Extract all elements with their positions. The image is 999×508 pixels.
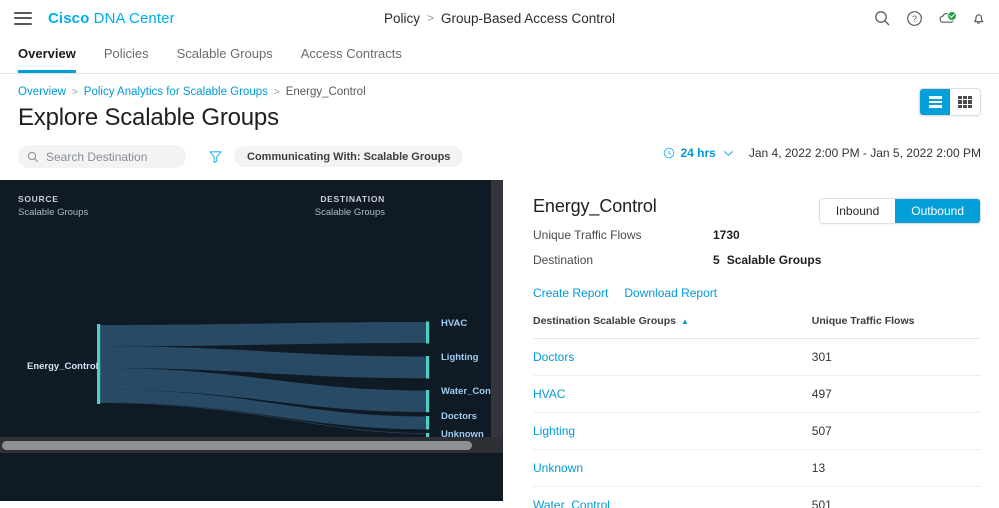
- row-value-hvac: 497: [801, 375, 981, 413]
- time-duration-label[interactable]: 24 hrs: [680, 146, 715, 160]
- breadcrumb-separator-1: >: [71, 86, 78, 98]
- row-link-hvac[interactable]: HVAC: [533, 387, 565, 401]
- brand-product: DNA Center: [93, 9, 175, 27]
- inbound-button[interactable]: Inbound: [819, 199, 896, 223]
- destination-value: 5 Scalable Groups: [713, 253, 821, 267]
- row-value-lighting: 507: [801, 412, 981, 450]
- main-tab-bar: Overview Policies Scalable Groups Access…: [0, 36, 999, 74]
- destination-count: 5: [713, 253, 720, 267]
- sankey-node-lighting[interactable]: [426, 356, 430, 379]
- breadcrumb: Overview > Policy Analytics for Scalable…: [18, 86, 981, 98]
- report-actions: Create Report Download Report: [533, 286, 981, 300]
- filter-funnel-icon[interactable]: [208, 149, 223, 164]
- sankey-link-hvac[interactable]: [100, 322, 427, 347]
- breadcrumb-item-current: Energy_Control: [285, 86, 366, 98]
- help-icon[interactable]: ?: [906, 10, 923, 27]
- sankey-label-water-control[interactable]: Water_Contr: [441, 386, 498, 397]
- sankey-label-doctors[interactable]: Doctors: [441, 411, 477, 422]
- destination-row: Destination 5 Scalable Groups: [533, 253, 981, 267]
- outbound-button[interactable]: Outbound: [895, 199, 980, 223]
- row-value-water-control: 501: [801, 486, 981, 508]
- top-bar: Cisco DNA Center Policy > Group-Based Ac…: [0, 0, 999, 36]
- notifications-bell-icon[interactable]: [970, 10, 987, 27]
- breadcrumb-separator-2: >: [273, 86, 280, 98]
- sankey-horizontal-scrollbar[interactable]: [0, 437, 503, 453]
- search-icon[interactable]: [874, 10, 891, 27]
- row-value-doctors: 301: [801, 338, 981, 376]
- detail-panel: Energy_Control Inbound Outbound Unique T…: [503, 180, 999, 508]
- search-placeholder: Search Destination: [46, 149, 148, 164]
- chevron-down-icon[interactable]: [723, 146, 734, 160]
- direction-toggle: Inbound Outbound: [818, 198, 981, 224]
- column-header-unique-flows[interactable]: Unique Traffic Flows: [801, 315, 981, 339]
- unique-traffic-flows-value: 1730: [713, 228, 740, 242]
- row-link-water-control[interactable]: Water_Control: [533, 498, 610, 508]
- sankey-label-hvac[interactable]: HVAC: [441, 319, 467, 329]
- hamburger-icon[interactable]: [14, 11, 32, 25]
- sankey-node-doctors[interactable]: [426, 416, 430, 430]
- row-link-doctors[interactable]: Doctors: [533, 350, 574, 364]
- sankey-label-energy-control[interactable]: Energy_Control: [27, 361, 98, 372]
- row-link-unknown[interactable]: Unknown: [533, 461, 583, 475]
- sankey-node-hvac[interactable]: [426, 321, 430, 344]
- filter-toolbar: Search Destination Communicating With: S…: [0, 132, 999, 180]
- destination-flows-table: Destination Scalable Groups ▲ Unique Traf…: [533, 315, 981, 508]
- sort-asc-icon: ▲: [680, 316, 689, 326]
- table-row[interactable]: Unknown 13: [533, 449, 981, 487]
- main-content: SOURCE Scalable Groups DESTINATION Scala…: [0, 180, 999, 508]
- table-row[interactable]: Lighting 507: [533, 412, 981, 450]
- cloud-status-icon[interactable]: [938, 10, 957, 27]
- grid-view-icon: [958, 95, 972, 109]
- table-row[interactable]: HVAC 497: [533, 375, 981, 413]
- unique-traffic-flows-row: Unique Traffic Flows 1730: [533, 228, 981, 242]
- column-header-destination-groups-label: Destination Scalable Groups: [533, 315, 676, 327]
- page-header: Overview > Policy Analytics for Scalable…: [0, 74, 999, 132]
- sankey-label-lighting[interactable]: Lighting: [441, 352, 478, 363]
- breadcrumb-item-overview[interactable]: Overview: [18, 86, 66, 98]
- sankey-scrollbar-thumb[interactable]: [2, 440, 472, 450]
- row-link-lighting[interactable]: Lighting: [533, 424, 575, 438]
- cloud-check-badge: [947, 10, 957, 21]
- unique-traffic-flows-label: Unique Traffic Flows: [533, 228, 642, 242]
- table-body: Doctors 301 HVAC 497 Lighting 507 Unknow…: [533, 338, 981, 508]
- table-head: Destination Scalable Groups ▲ Unique Traf…: [533, 315, 981, 339]
- destination-unit: Scalable Groups: [726, 253, 822, 267]
- view-mode-toggle: [919, 88, 981, 116]
- sankey-diagram-panel[interactable]: SOURCE Scalable Groups DESTINATION Scala…: [0, 180, 503, 501]
- sankey-right-gutter: [491, 180, 503, 447]
- tab-overview[interactable]: Overview: [18, 46, 76, 73]
- breadcrumb-separator-icon: >: [426, 11, 434, 25]
- sankey-node-water-control[interactable]: [426, 390, 430, 413]
- grid-view-button[interactable]: [950, 89, 980, 115]
- brand-logo[interactable]: Cisco DNA Center: [48, 10, 175, 27]
- tab-scalable-groups[interactable]: Scalable Groups: [177, 46, 273, 73]
- time-range-control: 24 hrs Jan 4, 2022 2:00 PM - Jan 5, 2022…: [663, 146, 981, 160]
- destination-label: Destination: [533, 253, 594, 267]
- clock-icon: [663, 147, 675, 159]
- tab-access-contracts[interactable]: Access Contracts: [301, 46, 402, 73]
- svg-text:?: ?: [912, 14, 917, 24]
- create-report-link[interactable]: Create Report: [533, 286, 608, 300]
- top-breadcrumb-parent[interactable]: Policy: [384, 11, 420, 26]
- table-row[interactable]: Doctors 301: [533, 338, 981, 376]
- filter-chip-communicating-with[interactable]: Communicating With: Scalable Groups: [234, 146, 464, 167]
- top-breadcrumb-current: Group-Based Access Control: [440, 10, 616, 26]
- table-header-row: Destination Scalable Groups ▲ Unique Traf…: [533, 315, 981, 339]
- breadcrumb-item-policy-analytics[interactable]: Policy Analytics for Scalable Groups: [84, 86, 268, 98]
- brand-cisco: Cisco: [48, 9, 90, 27]
- table-row[interactable]: Water_Control 501: [533, 486, 981, 508]
- search-icon: [27, 151, 38, 162]
- list-view-button[interactable]: [920, 89, 950, 115]
- time-range-label: Jan 4, 2022 2:00 PM - Jan 5, 2022 2:00 P…: [748, 146, 981, 160]
- column-header-destination-groups[interactable]: Destination Scalable Groups ▲: [533, 315, 802, 339]
- top-bar-icons: ?: [874, 0, 987, 36]
- search-destination-input[interactable]: Search Destination: [18, 145, 186, 168]
- tab-policies[interactable]: Policies: [104, 46, 149, 73]
- page-title: Explore Scalable Groups: [18, 104, 279, 131]
- download-report-link[interactable]: Download Report: [624, 286, 717, 300]
- row-value-unknown: 13: [801, 449, 981, 487]
- list-view-icon: [928, 96, 942, 108]
